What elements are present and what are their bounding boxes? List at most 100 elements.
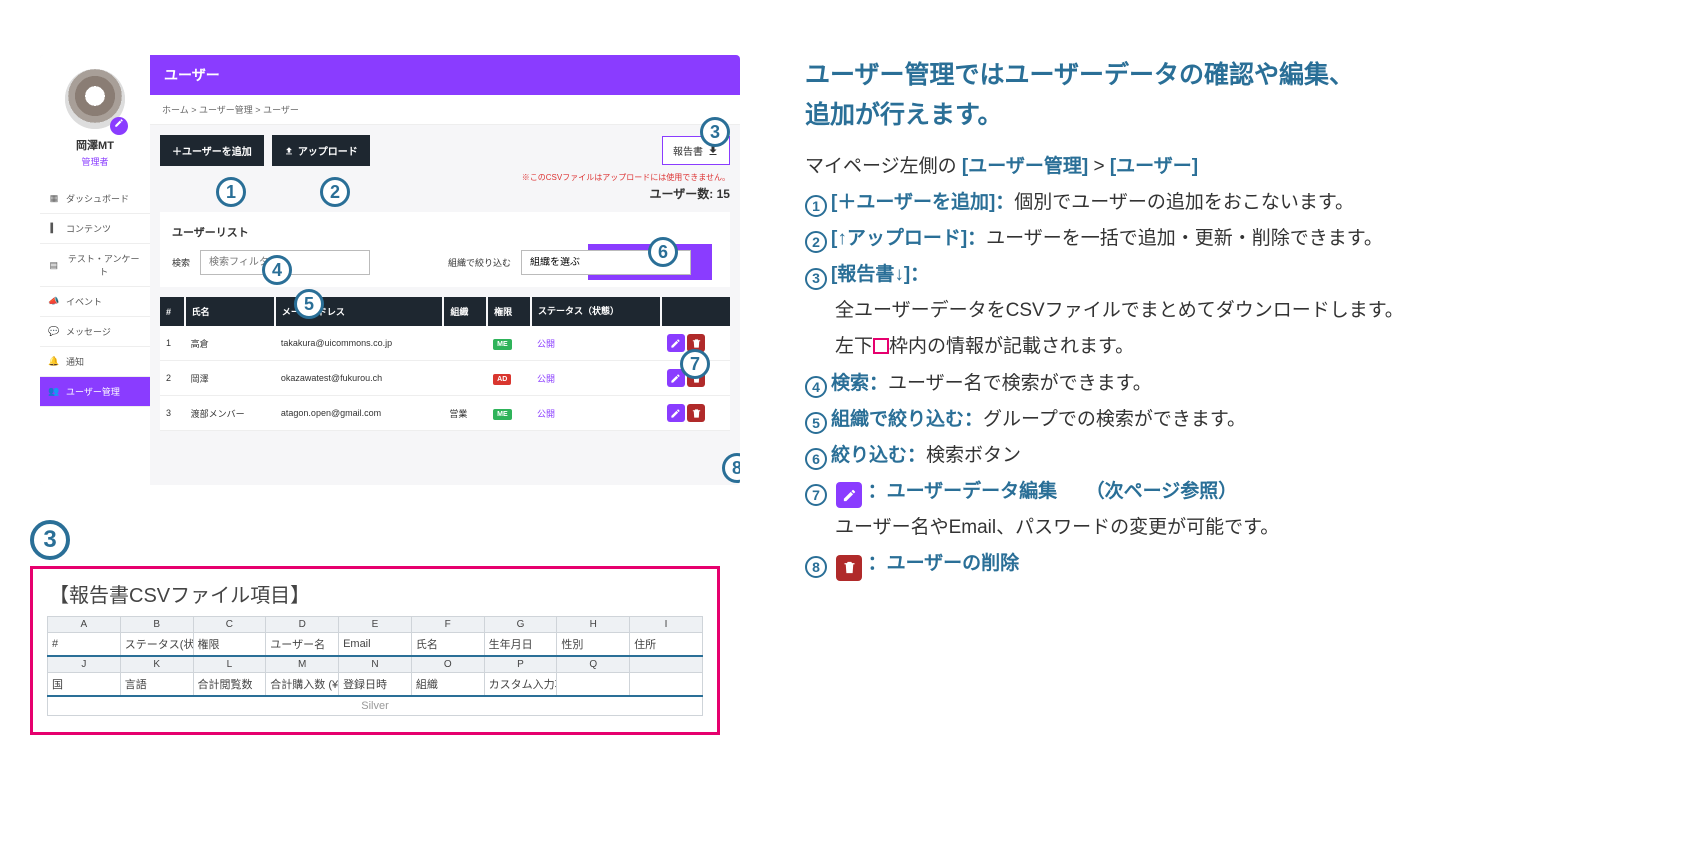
sheet-cell: [557, 673, 630, 697]
doc-i3-t2a: 左下: [835, 336, 873, 357]
clipboard-icon: ▤: [48, 259, 59, 271]
sheet-col-header: I: [630, 617, 703, 633]
upload-button[interactable]: アップロード: [272, 135, 370, 166]
nav-event[interactable]: 📣イベント: [40, 287, 150, 317]
doc-i6-t: 検索ボタン: [926, 445, 1021, 466]
sheet-cell: 合計購入数 (¥: [266, 673, 339, 697]
callout-3: 3: [700, 117, 730, 147]
cell-num: 2: [160, 361, 185, 396]
sheet-col-header: D: [266, 617, 339, 633]
doc-i1-t: 個別でユーザーの追加をおこないます。: [1014, 192, 1354, 213]
nav-label: ユーザー管理: [66, 385, 120, 398]
doc-i8-t: ：ユーザーの削除: [868, 553, 1020, 574]
callout-6: 6: [648, 237, 678, 267]
sheet-col-header: B: [120, 617, 193, 633]
callout-1: 1: [216, 177, 246, 207]
sheet-col-header: C: [193, 617, 266, 633]
sheet-cell: 権限: [193, 633, 266, 657]
doc-i4-b: 検索：: [831, 373, 888, 394]
nav-test[interactable]: ▤テスト・アンケート: [40, 244, 150, 287]
th-status[interactable]: ステータス（状態）: [531, 297, 661, 326]
doc-item-7: 7 ：ユーザーデータ編集 （次ページ参照）: [805, 474, 1676, 510]
edit-button[interactable]: [667, 404, 685, 422]
doc-i2-b: [↑アップロード]：: [831, 228, 986, 249]
sheet-cell: #: [48, 633, 121, 657]
cell-num: 1: [160, 326, 185, 361]
doc-i3-b: [報告書↓]：: [831, 264, 929, 285]
chat-icon: 💬: [48, 326, 60, 338]
cell-email: takakura@uicommons.co.jp: [275, 326, 443, 361]
csv-box: 【報告書CSVファイル項目】 ABCDEFGHI #ステータス(状権限ユーザー名…: [30, 566, 720, 735]
nav-label: 通知: [66, 355, 84, 368]
avatar-edit-button[interactable]: [110, 117, 128, 135]
doc-i6-b: 絞り込む：: [831, 445, 926, 466]
app-screenshot: 岡澤MT 管理者 ▦ダッシュボード ▍コンテンツ ▤テスト・アンケート 📣イベン…: [40, 55, 740, 485]
sheet-cell: 性別: [557, 633, 630, 657]
sheet-cell: 生年月日: [484, 633, 557, 657]
sidebar-username: 岡澤MT: [40, 137, 150, 153]
table-row: 2岡澤okazawatest@fukurou.chAD公開: [160, 361, 730, 396]
user-table: # 氏名 メールアドレス 組織 権限 ステータス（状態） 1高倉takakura…: [160, 297, 730, 431]
sheet-col-header: P: [484, 656, 557, 673]
doc-i4-t: ユーザー名で検索ができます。: [888, 373, 1152, 394]
th-role[interactable]: 権限: [487, 297, 531, 326]
csv-badge-3: 3: [30, 520, 70, 560]
role-badge: ME: [493, 409, 512, 420]
doc-i3-t2b: 枠内の情報が記載されます。: [889, 336, 1134, 357]
sheet-col-header: E: [339, 617, 412, 633]
callout-7: 7: [680, 349, 710, 379]
doc-heading: ユーザー管理ではユーザーデータの確認や編集、 追加が行えます。: [805, 55, 1676, 135]
sheet-col-header: L: [193, 656, 266, 673]
delete-button[interactable]: [687, 404, 705, 422]
doc-i5-b: 組織で絞り込む：: [831, 409, 983, 430]
cell-email: atagon.open@gmail.com: [275, 396, 443, 431]
table-head: # 氏名 メールアドレス 組織 権限 ステータス（状態）: [160, 297, 730, 326]
nav-contents[interactable]: ▍コンテンツ: [40, 214, 150, 244]
nav-dashboard[interactable]: ▦ダッシュボード: [40, 184, 150, 214]
sheet-cell: 登録日時: [339, 673, 412, 697]
edit-button[interactable]: [667, 334, 685, 352]
nav-user-mgmt[interactable]: 👥 ユーザー管理: [40, 377, 150, 407]
doc-i7-t: ：ユーザーデータ編集 （次ページ参照）: [868, 481, 1238, 502]
add-user-button[interactable]: ＋ユーザーを追加: [160, 135, 264, 166]
upload-label: アップロード: [298, 143, 358, 158]
sheet-col-header: N: [339, 656, 412, 673]
report-label: 報告書: [673, 143, 703, 158]
callout-2: 2: [320, 177, 350, 207]
page-title: ユーザー: [150, 55, 740, 95]
doc-heading-line1: ユーザー管理ではユーザーデータの確認や編集、: [805, 61, 1354, 89]
cell-status: 公開: [531, 326, 661, 361]
sheet-col-header: M: [266, 656, 339, 673]
cell-email: okazawatest@fukurou.ch: [275, 361, 443, 396]
doc-i1-b: [＋ユーザーを追加]：: [831, 192, 1014, 213]
nav-list: ▦ダッシュボード ▍コンテンツ ▤テスト・アンケート 📣イベント 💬メッセージ …: [40, 184, 150, 407]
doc-item-7a: ユーザー名やEmail、パスワードの変更が可能です。: [805, 510, 1676, 546]
sheet-cell: 住所: [630, 633, 703, 657]
megaphone-icon: 📣: [48, 296, 60, 308]
table-row: 3渡部メンバーatagon.open@gmail.com営業ME公開: [160, 396, 730, 431]
role-badge: AD: [493, 374, 511, 385]
sheet-cell: 国: [48, 673, 121, 697]
doc-item-2: 2[↑アップロード]：ユーザーを一括で追加・更新・削除できます。: [805, 221, 1676, 257]
doc-item-1: 1[＋ユーザーを追加]：個別でユーザーの追加をおこないます。: [805, 185, 1676, 221]
th-num[interactable]: #: [160, 297, 185, 326]
cell-name: 渡部メンバー: [185, 396, 275, 431]
sheet-cell: カスタム入力項目１: [484, 673, 557, 697]
people-icon: 👥: [48, 386, 60, 398]
doc-intro: マイページ左側の [ユーザー管理] > [ユーザー]: [805, 149, 1676, 185]
csv-section: 3 【報告書CSVファイル項目】 ABCDEFGHI #ステータス(状権限ユーザ…: [30, 520, 720, 735]
doc-item-5: 5組織で絞り込む：グループでの検索ができます。: [805, 402, 1676, 438]
doc-item-6: 6絞り込む：検索ボタン: [805, 438, 1676, 474]
nav-message[interactable]: 💬メッセージ: [40, 317, 150, 347]
nav-notify[interactable]: 🔔通知: [40, 347, 150, 377]
callout-4: 4: [262, 255, 292, 285]
th-name[interactable]: 氏名: [185, 297, 275, 326]
sheet-col-header: O: [411, 656, 484, 673]
doc-item-8: 8 ：ユーザーの削除: [805, 546, 1676, 582]
screenshot-main: ユーザー ホーム > ユーザー管理 > ユーザー ＋ユーザーを追加 アップロード…: [150, 55, 740, 485]
th-org[interactable]: 組織: [443, 297, 487, 326]
nav-label: コンテンツ: [66, 222, 111, 235]
sheet-col-header: A: [48, 617, 121, 633]
sheet-col-header: Q: [557, 656, 630, 673]
filter-panel: ユーザーリスト 検索 絞り込む 組織で絞り込む 組織を選ぶ: [160, 212, 730, 287]
